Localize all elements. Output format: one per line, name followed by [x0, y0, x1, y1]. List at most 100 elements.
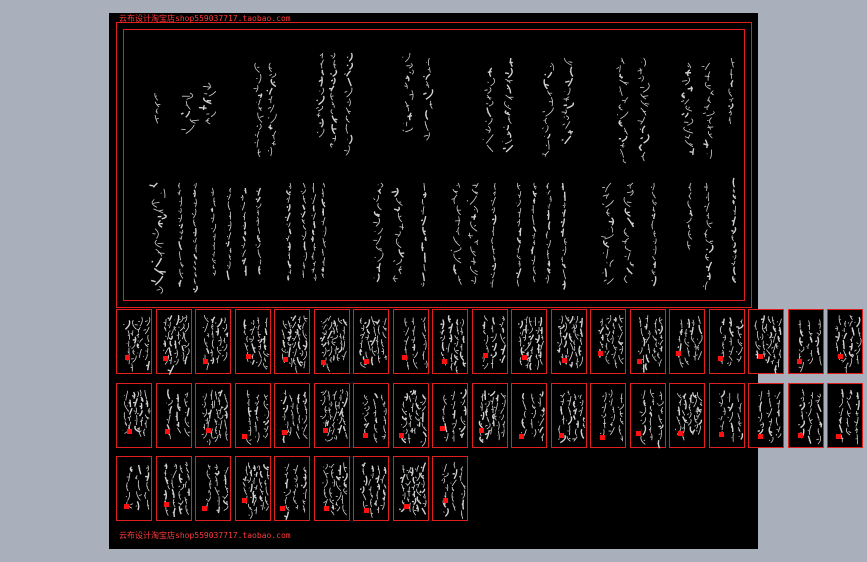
red-seal-stamp [678, 430, 684, 436]
calligraphy-tile [748, 309, 784, 374]
tile-calligraphy [442, 388, 467, 442]
tile-calligraphy [204, 464, 229, 514]
tile-calligraphy [797, 388, 822, 445]
calligraphy-tile [629, 383, 666, 449]
calligraphy-tile [353, 456, 389, 521]
red-seal-stamp [837, 353, 843, 359]
cad-drawing-canvas[interactable]: 云布设计淘宝店shop559037717.taobao.com 云布设计淘宝店s… [109, 13, 867, 549]
tile-calligraphy [245, 390, 269, 445]
tile-calligraphy [165, 389, 190, 440]
red-seal-stamp [324, 506, 329, 512]
tile-calligraphy [439, 315, 467, 374]
red-seal-stamp [203, 359, 209, 365]
red-seal-stamp [439, 425, 445, 431]
calligraphy-tile [471, 309, 508, 374]
calligraphy-tile [155, 309, 192, 375]
red-seal-stamp [796, 359, 802, 365]
tile-calligraphy [403, 316, 428, 370]
calligraphy-tile [313, 383, 350, 448]
calligraphy-tile [511, 309, 547, 374]
red-seal-stamp [758, 354, 764, 360]
red-seal-stamp [206, 427, 212, 433]
red-seal-stamp [164, 501, 170, 507]
calligraphy-tile [590, 383, 626, 448]
red-seal-stamp [242, 498, 248, 504]
tile-calligraphy [359, 462, 387, 518]
tile-calligraphy [319, 389, 348, 442]
tile-calligraphy [400, 389, 427, 447]
tile-calligraphy [757, 389, 782, 444]
calligraphy-tile [195, 309, 231, 374]
tile-calligraphy [163, 461, 190, 518]
calligraphy-tile [787, 309, 824, 374]
tile-calligraphy [283, 463, 307, 521]
calligraphy-tile [511, 383, 547, 448]
watermark-bottom: 云布设计淘宝店shop559037717.taobao.com [119, 531, 291, 540]
red-seal-stamp [637, 358, 643, 364]
tile-calligraphy [557, 390, 585, 444]
calligraphy-tile [590, 309, 626, 374]
calligraphy-tile [116, 383, 152, 448]
calligraphy-tile [550, 309, 587, 374]
red-seal-stamp [321, 360, 327, 366]
calligraphy-tile [669, 383, 705, 448]
red-seal-stamp [127, 429, 133, 435]
red-seal-stamp [403, 504, 409, 510]
red-seal-stamp [798, 432, 804, 438]
red-seal-stamp [561, 357, 567, 363]
calligraphy-tile [669, 309, 705, 374]
calligraphy-tile [116, 309, 152, 374]
calligraphy-tile [313, 456, 350, 521]
calligraphy-tile [708, 309, 745, 374]
tile-calligraphy [835, 315, 862, 374]
tile-calligraphy [441, 461, 466, 520]
calligraphy-tile [432, 383, 468, 448]
red-seal-stamp [323, 427, 329, 433]
calligraphy-tile [471, 383, 508, 448]
tile-calligraphy [280, 390, 308, 444]
calligraphy-tile [155, 383, 192, 448]
tile-calligraphy [162, 315, 190, 375]
tile-calligraphy [202, 314, 229, 371]
red-seal-stamp [282, 430, 288, 436]
tile-calligraphy [517, 316, 544, 371]
tile-calligraphy [837, 388, 860, 445]
red-seal-stamp [719, 431, 724, 437]
calligraphy-tile [432, 309, 468, 374]
tile-calligraphy [281, 315, 308, 374]
calligraphy-tile [550, 383, 587, 448]
calligraphy-tile [234, 383, 271, 448]
tile-calligraphy [122, 389, 151, 438]
calligraphy-tile [195, 456, 231, 521]
calligraphy-tile [392, 383, 429, 448]
calligraphy-tile [827, 309, 863, 374]
calligraphy-tile [274, 309, 310, 374]
red-seal-stamp [522, 354, 528, 360]
calligraphy-tile [195, 383, 231, 448]
calligraphy-tile [708, 383, 745, 448]
calligraphy-tile [274, 456, 310, 521]
calligraphy-tile [274, 383, 310, 448]
tile-calligraphy [677, 315, 703, 368]
tile-calligraphy [359, 316, 388, 368]
calligraphy-tile [353, 309, 389, 374]
tile-calligraphy [478, 390, 506, 444]
red-seal-stamp [245, 354, 251, 359]
calligraphy-tile [234, 309, 271, 374]
tile-calligraphy [597, 314, 624, 369]
calligraphy-tile [432, 456, 468, 521]
tile-calligraphy [599, 389, 624, 442]
calligraphy-tile [392, 456, 429, 521]
red-seal-stamp [201, 506, 207, 512]
tile-calligraphy [242, 462, 270, 519]
tile-calligraphy [123, 316, 151, 372]
tile-calligraphy [319, 315, 347, 372]
red-seal-stamp [124, 355, 130, 361]
calligraphy-tile [392, 309, 429, 374]
red-seal-stamp [519, 433, 525, 439]
red-seal-stamp [401, 354, 407, 360]
tile-calligraphy [398, 462, 426, 516]
tile-calligraphy [754, 315, 782, 374]
red-seal-stamp [597, 351, 603, 357]
red-seal-stamp [398, 433, 404, 439]
